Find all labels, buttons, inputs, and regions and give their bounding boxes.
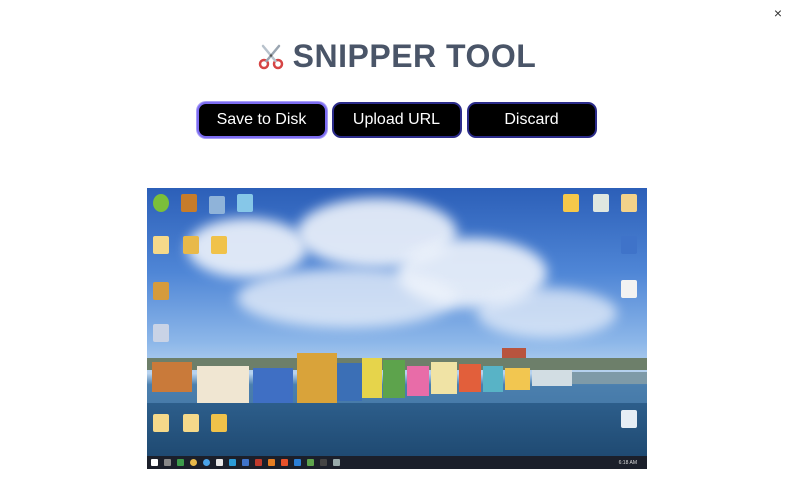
app-icon (307, 459, 314, 466)
preview-taskbar: 6:18 AM (147, 456, 647, 469)
desktop-icon (211, 414, 227, 432)
upload-url-button[interactable]: Upload URL (331, 102, 462, 138)
app-icon (177, 459, 184, 466)
desktop-icon (183, 236, 199, 254)
desktop-icon (621, 236, 637, 254)
vlc-icon (268, 459, 275, 466)
desktop-icon (209, 196, 225, 214)
app-icon (255, 459, 262, 466)
windows-start-icon (151, 459, 158, 466)
desktop-icon (621, 194, 637, 212)
desktop-icon (211, 236, 227, 254)
desktop-icon (181, 194, 197, 212)
recycle-bin-icon (621, 410, 637, 428)
search-icon (164, 459, 171, 466)
desktop-icon (593, 194, 609, 212)
preview-cloud (477, 288, 617, 338)
desktop-icon (183, 414, 199, 432)
desktop-icon (237, 194, 253, 212)
app-icon (203, 459, 210, 466)
word-icon (242, 459, 249, 466)
desktop-icon (153, 194, 169, 212)
desktop-icon (153, 324, 169, 342)
brave-icon (281, 459, 288, 466)
vscode-icon (294, 459, 301, 466)
header: SNIPPER TOOL (0, 38, 793, 75)
discard-button[interactable]: Discard (466, 102, 597, 138)
close-button[interactable]: × (769, 4, 787, 22)
save-to-disk-button[interactable]: Save to Disk (196, 102, 327, 138)
preview-cloud (187, 218, 307, 278)
action-bar: Save to Disk Upload URL Discard (0, 102, 793, 138)
chrome-icon (190, 459, 197, 466)
taskbar-clock: 6:18 AM (618, 459, 637, 466)
terminal-icon (320, 459, 327, 466)
scissors-icon (258, 44, 283, 69)
desktop-icon (153, 414, 169, 432)
app-icon (333, 459, 340, 466)
desktop-icon (153, 282, 169, 300)
app-icon (216, 459, 223, 466)
preview-cloud (237, 268, 457, 328)
app-icon (229, 459, 236, 466)
desktop-icon (563, 194, 579, 212)
page-title: SNIPPER TOOL (292, 38, 537, 74)
desktop-icon (621, 280, 637, 298)
screenshot-preview: 6:18 AM (147, 188, 647, 469)
desktop-icon (153, 236, 169, 254)
